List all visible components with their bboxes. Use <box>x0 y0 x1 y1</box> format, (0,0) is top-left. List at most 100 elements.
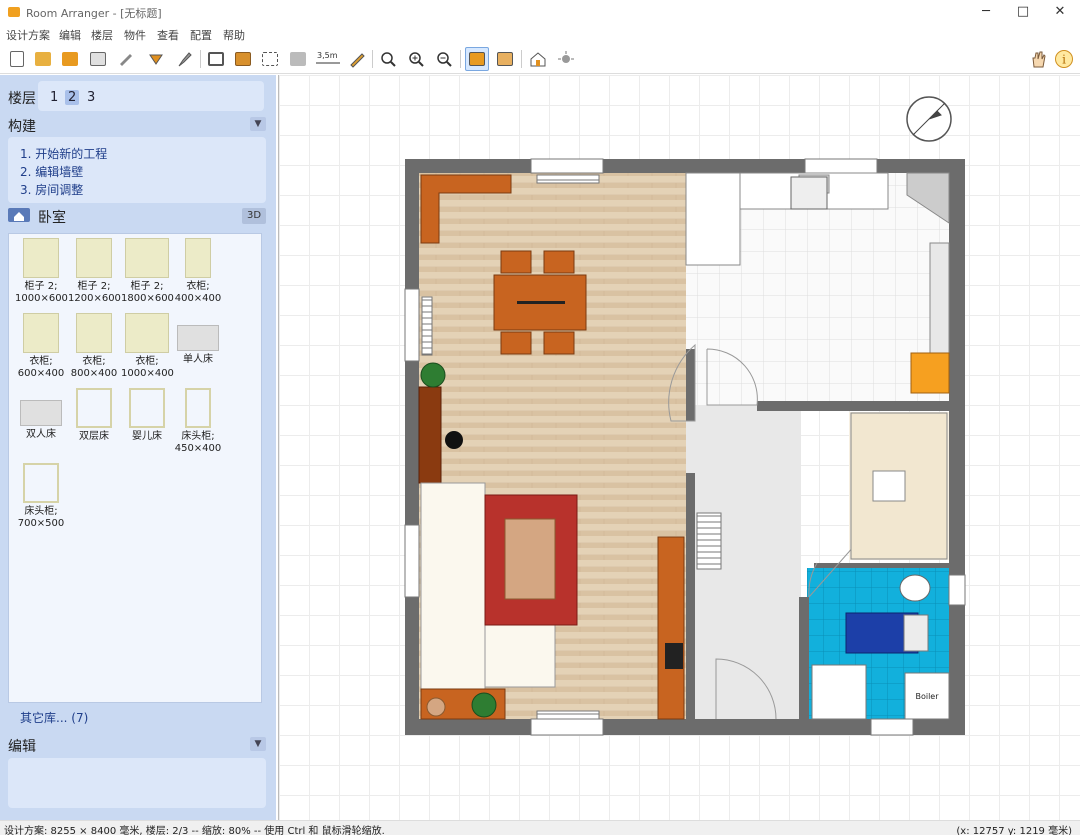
pencil-icon[interactable] <box>114 47 138 71</box>
zoom-in-icon[interactable] <box>404 47 428 71</box>
window[interactable] <box>404 524 420 598</box>
library-item[interactable]: 柜子 2; 1800×600 <box>121 238 174 305</box>
library-item[interactable]: 双人床 <box>15 388 67 441</box>
outer-wall-right[interactable] <box>949 159 965 735</box>
print-icon[interactable] <box>86 47 110 71</box>
build-step-2[interactable]: 2. 编辑墙壁 <box>20 163 83 180</box>
washbasin[interactable] <box>903 614 929 652</box>
menu-objects[interactable]: 物件 <box>124 27 146 43</box>
zoom-fit-icon[interactable] <box>376 47 400 71</box>
zoom-out-icon[interactable] <box>432 47 456 71</box>
floor-tab-1[interactable]: 1 <box>50 90 58 105</box>
edit-collapse-button[interactable]: ▼ <box>250 737 266 751</box>
interior-wall[interactable] <box>757 401 949 411</box>
menu-config[interactable]: 配置 <box>190 27 212 43</box>
window[interactable] <box>530 718 604 736</box>
window[interactable] <box>870 718 914 736</box>
tv-cabinet[interactable] <box>657 536 685 720</box>
library-item[interactable]: 单人床 <box>172 313 224 366</box>
plant[interactable] <box>420 362 446 388</box>
dining-chair[interactable] <box>543 250 575 274</box>
menu-floor[interactable]: 楼层 <box>91 27 113 43</box>
save-icon[interactable] <box>58 47 82 71</box>
floor-plan-canvas[interactable]: Boiler <box>278 75 1080 820</box>
window[interactable] <box>804 158 878 174</box>
interior-wall[interactable] <box>799 597 809 719</box>
lamp[interactable] <box>445 431 463 449</box>
shelf[interactable] <box>418 386 442 484</box>
arrow-icon[interactable] <box>144 47 168 71</box>
info-icon[interactable]: i <box>1052 47 1076 71</box>
window[interactable] <box>530 158 604 174</box>
minimize-button[interactable]: ─ <box>968 0 1004 24</box>
render-icon[interactable] <box>554 47 578 71</box>
shower[interactable] <box>811 664 867 720</box>
window[interactable] <box>404 288 420 362</box>
room-icon[interactable] <box>204 47 228 71</box>
menu-help[interactable]: 帮助 <box>223 27 245 43</box>
outer-wall-left[interactable] <box>405 159 419 735</box>
radiator[interactable] <box>536 710 600 720</box>
window[interactable] <box>948 574 966 606</box>
close-button[interactable]: ✕ <box>1042 0 1078 24</box>
menu-edit[interactable]: 编辑 <box>59 27 81 43</box>
library-item[interactable]: 婴儿床 <box>121 388 173 443</box>
dining-chair[interactable] <box>543 331 575 355</box>
outer-wall-top[interactable] <box>405 159 965 173</box>
toilet[interactable] <box>899 574 931 602</box>
maximize-button[interactable]: □ <box>1005 0 1041 24</box>
box-icon[interactable] <box>286 47 310 71</box>
dining-chair[interactable] <box>500 250 532 274</box>
library-item[interactable]: 床头柜; 450×400 <box>172 388 224 455</box>
tv[interactable] <box>665 643 683 669</box>
sofa[interactable] <box>420 482 486 690</box>
wall-icon[interactable] <box>231 47 255 71</box>
library-item[interactable]: 柜子 2; 1000×600 <box>15 238 68 305</box>
radiator[interactable] <box>536 174 600 184</box>
title-bar: Room Arranger - [无标题] ─ □ ✕ <box>0 0 1080 24</box>
library-item[interactable]: 床头柜; 700×500 <box>15 463 67 530</box>
interior-wall[interactable] <box>814 563 949 568</box>
menu-view[interactable]: 查看 <box>157 27 179 43</box>
library-item[interactable]: 衣柜; 400×400 <box>172 238 224 305</box>
interior-wall[interactable] <box>686 349 695 421</box>
coffee-table[interactable] <box>504 518 556 600</box>
more-libraries-link[interactable]: 其它库... (7) <box>20 709 88 726</box>
build-step-3[interactable]: 3. 房间调整 <box>20 181 83 198</box>
floor-tab-2[interactable]: 2 <box>65 90 80 105</box>
kitchen-cabinet[interactable] <box>910 352 950 394</box>
library-item[interactable]: 衣柜; 800×400 <box>68 313 120 380</box>
interior-wall[interactable] <box>686 473 695 719</box>
library-item[interactable]: 柜子 2; 1200×600 <box>68 238 121 305</box>
hand-icon[interactable] <box>1026 47 1050 71</box>
open-folder-icon[interactable] <box>31 47 55 71</box>
view-layers-icon[interactable] <box>493 47 517 71</box>
plant[interactable] <box>471 692 497 718</box>
dining-chair[interactable] <box>500 331 532 355</box>
kitchen-cabinet[interactable] <box>929 242 950 354</box>
build-step-1[interactable]: 1. 开始新的工程 <box>20 145 107 162</box>
stove[interactable] <box>790 176 828 210</box>
library-item[interactable]: 衣柜; 1000×400 <box>121 313 174 380</box>
floor-plan[interactable]: Boiler <box>279 75 1080 820</box>
kitchen-cabinet[interactable] <box>685 172 741 266</box>
radiator[interactable] <box>696 512 722 570</box>
radiator[interactable] <box>421 296 433 356</box>
library-item-name: 柜子 2; <box>77 281 111 292</box>
view-2d-icon[interactable] <box>465 47 489 71</box>
library-item[interactable]: 双层床 <box>68 388 120 443</box>
build-collapse-button[interactable]: ▼ <box>250 117 266 131</box>
floor-tab-3[interactable]: 3 <box>87 90 95 105</box>
draw-icon[interactable] <box>345 47 369 71</box>
view-3d-icon[interactable] <box>526 47 550 71</box>
basket[interactable] <box>426 697 446 717</box>
sofa-section[interactable] <box>484 624 556 688</box>
new-file-icon[interactable] <box>5 47 29 71</box>
view-3d-button[interactable]: 3D <box>242 208 266 224</box>
select-icon[interactable] <box>258 47 282 71</box>
category-title[interactable]: 卧室 <box>38 207 66 227</box>
brush-icon[interactable] <box>172 47 196 71</box>
measure-icon[interactable]: 3,5m <box>313 47 343 71</box>
library-item[interactable]: 衣柜; 600×400 <box>15 313 67 380</box>
menu-design[interactable]: 设计方案 <box>6 27 50 43</box>
